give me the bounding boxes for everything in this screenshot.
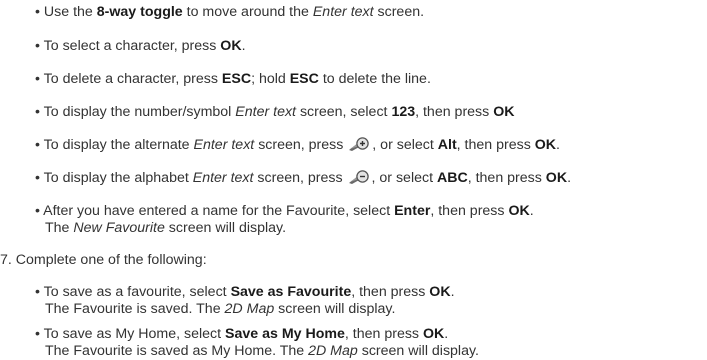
- instruction-item: • To select a character, press OK.: [35, 38, 246, 54]
- instruction-item: • To display the alternate Enter text sc…: [35, 137, 560, 153]
- zoom-in-icon: [348, 137, 370, 151]
- option-item: • To save as My Home, select Save as My …: [35, 326, 449, 342]
- instruction-item-continuation: The New Favourite screen will display.: [45, 220, 287, 236]
- instruction-item: • After you have entered a name for the …: [35, 203, 534, 219]
- option-item: • To save as a favourite, select Save as…: [35, 284, 455, 300]
- instruction-item: • To display the alphabet Enter text scr…: [35, 170, 572, 186]
- instruction-item: • To display the number/symbol Enter tex…: [35, 104, 515, 120]
- option-item-continuation: The Favourite is saved as My Home. The 2…: [45, 343, 479, 359]
- instruction-item: • Use the 8-way toggle to move around th…: [35, 4, 425, 20]
- zoom-out-icon: [348, 170, 370, 184]
- manual-page: • Use the 8-way toggle to move around th…: [0, 0, 707, 360]
- instruction-item: • To delete a character, press ESC; hold…: [35, 71, 431, 87]
- step-heading: 7. Complete one of the following:: [0, 252, 207, 268]
- option-item-continuation: The Favourite is saved. The 2D Map scree…: [45, 301, 396, 317]
